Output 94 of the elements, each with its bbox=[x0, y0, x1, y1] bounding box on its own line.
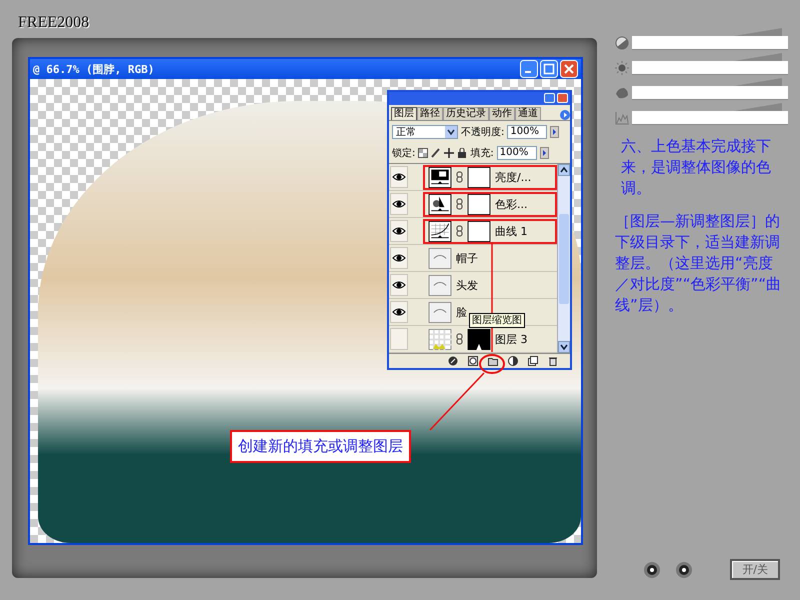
mask-thumbnail bbox=[466, 166, 492, 188]
visibility-toggle[interactable] bbox=[390, 274, 408, 296]
fill-field[interactable]: 100% bbox=[496, 146, 537, 160]
trash-icon[interactable] bbox=[548, 356, 558, 366]
contrast-icon bbox=[615, 36, 629, 50]
layer-row[interactable]: 色彩... bbox=[389, 191, 557, 218]
mask-thumbnail bbox=[466, 328, 492, 350]
instruction-text: ［图层—新调整图层］的下级目录下，适当建新调整层。（这里选用“亮度／对比度”“色彩平衡”“曲线”层）。 bbox=[615, 211, 782, 316]
visibility-toggle[interactable] bbox=[390, 328, 408, 350]
move-icon[interactable] bbox=[444, 148, 454, 158]
opacity-field[interactable]: 100% bbox=[507, 124, 548, 138]
layer-name[interactable]: 图层 3 bbox=[495, 332, 528, 346]
blend-mode-dropdown[interactable]: 正常 bbox=[392, 124, 458, 138]
visibility-toggle[interactable] bbox=[390, 301, 408, 323]
minimize-button[interactable] bbox=[520, 60, 538, 78]
brightness-thumbnail bbox=[427, 166, 453, 188]
layer-thumbnail bbox=[427, 274, 453, 296]
half-circle-icon[interactable] bbox=[508, 356, 518, 366]
chain-icon bbox=[456, 198, 463, 210]
opacity-label: 不透明度: bbox=[461, 126, 504, 138]
visibility-toggle[interactable] bbox=[390, 247, 408, 269]
layer-row[interactable]: 亮度/... bbox=[389, 164, 557, 191]
visibility-toggle[interactable] bbox=[390, 220, 408, 242]
logo-text: FREE2008 bbox=[17, 14, 90, 33]
scrollbar-thumb[interactable] bbox=[559, 214, 569, 304]
highlight-circle bbox=[479, 354, 505, 374]
instruction-text: 六、上色基本完成接下来，是调整体图像的色调。 bbox=[621, 136, 772, 199]
layer-row[interactable]: 帽子 bbox=[389, 245, 557, 272]
panel-tab[interactable]: 路径 bbox=[417, 107, 443, 120]
mask-icon[interactable] bbox=[468, 356, 478, 366]
color-balance-thumbnail bbox=[427, 194, 453, 214]
scroll-up-icon[interactable] bbox=[558, 164, 570, 176]
layer-style-icon[interactable] bbox=[448, 356, 458, 366]
chain-icon bbox=[456, 171, 463, 183]
chain-icon bbox=[456, 225, 463, 237]
arrow-icon[interactable] bbox=[540, 146, 549, 158]
lock-label: 锁定: bbox=[392, 146, 416, 160]
knob-icon[interactable] bbox=[643, 560, 661, 578]
eye-icon bbox=[392, 252, 406, 264]
minimize-button[interactable] bbox=[544, 93, 555, 103]
panel-tab[interactable]: 动作 bbox=[489, 107, 515, 120]
histogram-icon bbox=[615, 111, 629, 125]
eye-icon bbox=[392, 306, 406, 318]
curves-thumbnail bbox=[427, 220, 453, 242]
visibility-toggle[interactable] bbox=[390, 193, 408, 215]
blob-icon bbox=[615, 86, 629, 100]
layer-name[interactable]: 色彩... bbox=[495, 196, 528, 212]
eye-icon bbox=[392, 198, 406, 210]
sun-icon bbox=[615, 61, 629, 75]
close-button[interactable] bbox=[560, 60, 578, 78]
folder-icon[interactable] bbox=[488, 356, 498, 366]
layer-name[interactable]: 头发 bbox=[456, 278, 478, 292]
layer-name[interactable]: 帽子 bbox=[456, 250, 478, 266]
layer-thumbnail bbox=[427, 302, 453, 322]
layer-row[interactable]: 图层 3 bbox=[389, 326, 557, 353]
power-button[interactable]: 开/关 bbox=[730, 559, 780, 580]
panel-menu-icon[interactable] bbox=[560, 110, 570, 120]
layer-name[interactable]: 亮度/... bbox=[495, 170, 532, 184]
knob-icon[interactable] bbox=[675, 560, 693, 578]
lock-icon[interactable] bbox=[457, 148, 468, 158]
checkerboard-icon[interactable] bbox=[418, 148, 428, 158]
mask-thumbnail bbox=[466, 194, 492, 214]
layer-row[interactable]: 曲线 1 bbox=[389, 218, 557, 245]
window-title: @ 66.7% (围脖, RGB) bbox=[33, 62, 156, 76]
slider-track[interactable] bbox=[632, 111, 788, 125]
panel-tab[interactable]: 图层 bbox=[391, 107, 417, 120]
callout-label: 创建新的填充或调整图层 bbox=[230, 430, 411, 463]
tooltip: 图层缩览图 bbox=[469, 313, 525, 328]
mask-thumbnail bbox=[466, 220, 492, 242]
scrollbar[interactable] bbox=[557, 164, 570, 353]
arrow-icon[interactable] bbox=[550, 126, 560, 138]
slider-track[interactable] bbox=[632, 61, 788, 75]
scroll-down-icon[interactable] bbox=[558, 341, 570, 353]
eye-icon bbox=[392, 279, 406, 291]
slider-track[interactable] bbox=[632, 86, 788, 100]
eye-icon bbox=[392, 225, 406, 237]
eye-icon bbox=[392, 171, 406, 183]
slider-track[interactable] bbox=[632, 36, 788, 50]
chain-icon bbox=[456, 333, 463, 345]
maximize-button[interactable] bbox=[540, 60, 558, 78]
leader-line bbox=[429, 372, 485, 431]
layer-row[interactable]: 头发 bbox=[389, 272, 557, 299]
close-button[interactable] bbox=[557, 93, 568, 103]
layer-thumbnail bbox=[427, 248, 453, 268]
visibility-toggle[interactable] bbox=[390, 166, 408, 188]
caret-icon bbox=[445, 126, 457, 138]
panel-tab[interactable]: 历史记录 bbox=[443, 107, 489, 120]
brush-icon[interactable] bbox=[431, 148, 442, 158]
layer-thumbnail bbox=[427, 328, 453, 350]
fill-label: 填充: bbox=[470, 146, 494, 160]
layer-name[interactable]: 曲线 1 bbox=[495, 224, 528, 238]
layer-name[interactable]: 脸 bbox=[456, 304, 467, 320]
panel-tab[interactable]: 通道 bbox=[515, 107, 541, 120]
new-layer-icon[interactable] bbox=[528, 356, 538, 366]
